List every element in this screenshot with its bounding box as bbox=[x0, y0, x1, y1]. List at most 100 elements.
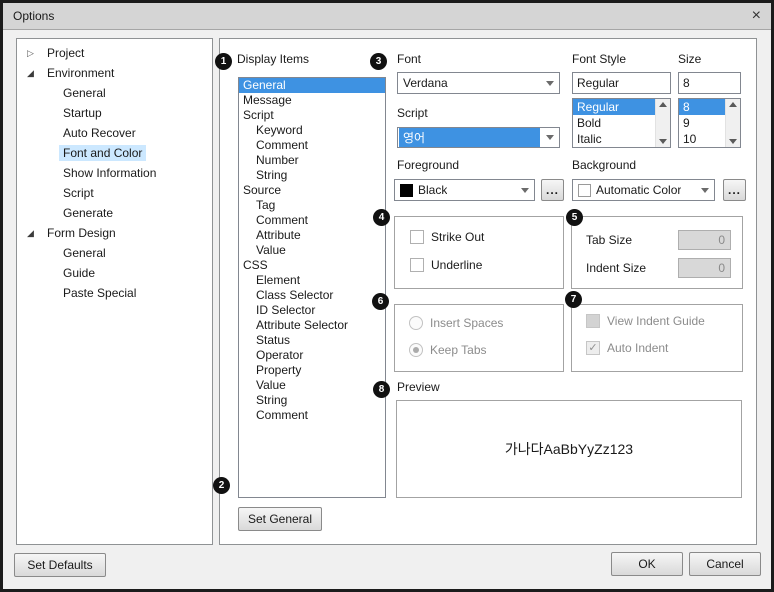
tree-item[interactable]: Project bbox=[17, 43, 212, 63]
tree-item[interactable]: General bbox=[17, 243, 212, 263]
display-item[interactable]: General bbox=[239, 78, 385, 93]
font-style-item[interactable]: Regular bbox=[573, 99, 655, 115]
tree-item[interactable]: Environment bbox=[17, 63, 212, 83]
underline-row[interactable]: Underline bbox=[410, 258, 482, 272]
font-size-rows: 8 9 10 bbox=[679, 99, 725, 147]
display-item[interactable]: Comment bbox=[239, 408, 385, 423]
set-defaults-button[interactable]: Set Defaults bbox=[14, 553, 106, 577]
display-item-label: Comment bbox=[256, 138, 308, 152]
display-item-label: Attribute bbox=[256, 228, 301, 242]
font-style-item[interactable]: Italic bbox=[573, 131, 655, 147]
cancel-button[interactable]: Cancel bbox=[689, 552, 761, 576]
scroll-down-icon[interactable] bbox=[729, 139, 737, 144]
display-item[interactable]: Number bbox=[239, 153, 385, 168]
tree-expander-icon[interactable] bbox=[27, 68, 43, 79]
foreground-color-combobox[interactable]: Black bbox=[394, 179, 535, 201]
display-item[interactable]: Class Selector bbox=[239, 288, 385, 303]
step-badge-7: 7 bbox=[565, 291, 582, 308]
font-size-item-label: 8 bbox=[683, 100, 690, 114]
underline-checkbox[interactable] bbox=[410, 258, 424, 272]
tree-item-label: Auto Recover bbox=[59, 125, 140, 141]
strike-out-row[interactable]: Strike Out bbox=[410, 230, 484, 244]
scroll-up-icon[interactable] bbox=[659, 102, 667, 107]
display-item[interactable]: Value bbox=[239, 243, 385, 258]
display-item[interactable]: Operator bbox=[239, 348, 385, 363]
display-item[interactable]: String bbox=[239, 393, 385, 408]
titlebar[interactable]: Options × bbox=[3, 3, 771, 30]
font-size-input[interactable] bbox=[678, 72, 741, 94]
step-badge-1: 1 bbox=[215, 53, 232, 70]
ok-button[interactable]: OK bbox=[611, 552, 683, 576]
view-indent-guide-label: View Indent Guide bbox=[607, 314, 705, 328]
display-item[interactable]: Attribute Selector bbox=[239, 318, 385, 333]
tree-item[interactable]: Form Design bbox=[17, 223, 212, 243]
tree-item[interactable]: General bbox=[17, 83, 212, 103]
display-item[interactable]: String bbox=[239, 168, 385, 183]
background-label: Background bbox=[572, 158, 636, 172]
tree-expander-icon[interactable] bbox=[27, 48, 43, 59]
display-item[interactable]: ID Selector bbox=[239, 303, 385, 318]
display-item-label: Comment bbox=[256, 213, 308, 227]
step-badge-2: 2 bbox=[213, 477, 230, 494]
display-item-label: Value bbox=[256, 243, 286, 257]
font-style-input[interactable] bbox=[572, 72, 671, 94]
tree-item-label: Environment bbox=[43, 65, 118, 81]
tree-item[interactable]: Show Information bbox=[17, 163, 212, 183]
font-style-item[interactable]: Bold bbox=[573, 115, 655, 131]
set-general-button[interactable]: Set General bbox=[238, 507, 322, 531]
scroll-down-icon[interactable] bbox=[659, 139, 667, 144]
display-item[interactable]: Source bbox=[239, 183, 385, 198]
scrollbar[interactable] bbox=[725, 99, 740, 147]
text-effects-group: Strike Out Underline bbox=[394, 216, 564, 289]
scrollbar[interactable] bbox=[655, 99, 670, 147]
tree-item[interactable]: Script bbox=[17, 183, 212, 203]
foreground-more-button[interactable]: ... bbox=[541, 179, 564, 201]
display-item-label: ID Selector bbox=[256, 303, 315, 317]
tree-item[interactable]: Guide bbox=[17, 263, 212, 283]
tree-item[interactable]: Startup bbox=[17, 103, 212, 123]
tree-item-label: Script bbox=[59, 185, 98, 201]
tree-item[interactable]: Generate bbox=[17, 203, 212, 223]
tree-item[interactable]: Paste Special bbox=[17, 283, 212, 303]
tree-item-label: Paste Special bbox=[59, 285, 140, 301]
display-item[interactable]: Property bbox=[239, 363, 385, 378]
tree-item[interactable]: Auto Recover bbox=[17, 123, 212, 143]
tree-item-label: Show Information bbox=[59, 165, 160, 181]
view-indent-guide-checkbox bbox=[586, 314, 600, 328]
font-size-item[interactable]: 9 bbox=[679, 115, 725, 131]
scroll-up-icon[interactable] bbox=[729, 102, 737, 107]
tree-expander-icon[interactable] bbox=[27, 228, 43, 239]
strike-out-checkbox[interactable] bbox=[410, 230, 424, 244]
tree-item[interactable]: Font and Color bbox=[17, 143, 212, 163]
tree-item-label: Form Design bbox=[43, 225, 120, 241]
font-family-combobox[interactable]: Verdana bbox=[397, 72, 560, 94]
display-item[interactable]: Element bbox=[239, 273, 385, 288]
display-item-label: Element bbox=[256, 273, 300, 287]
script-combobox[interactable]: 영어 bbox=[397, 127, 560, 148]
display-item[interactable]: Message bbox=[239, 93, 385, 108]
display-item[interactable]: Comment bbox=[239, 138, 385, 153]
display-item-label: Class Selector bbox=[256, 288, 333, 302]
display-item[interactable]: Keyword bbox=[239, 123, 385, 138]
display-item-label: General bbox=[243, 78, 286, 92]
display-items-label: Display Items bbox=[237, 52, 309, 66]
display-item[interactable]: Attribute bbox=[239, 228, 385, 243]
background-color-swatch bbox=[578, 184, 591, 197]
display-item[interactable]: CSS bbox=[239, 258, 385, 273]
font-size-item[interactable]: 10 bbox=[679, 131, 725, 147]
display-item-label: Comment bbox=[256, 408, 308, 422]
display-item[interactable]: Status bbox=[239, 333, 385, 348]
display-item[interactable]: Value bbox=[239, 378, 385, 393]
view-indent-guide-row: View Indent Guide bbox=[586, 314, 705, 328]
display-item-label: CSS bbox=[243, 258, 268, 272]
chevron-down-icon bbox=[521, 188, 529, 193]
background-color-combobox[interactable]: Automatic Color bbox=[572, 179, 715, 201]
display-item[interactable]: Script bbox=[239, 108, 385, 123]
tree-item-label: Generate bbox=[59, 205, 117, 221]
display-item[interactable]: Tag bbox=[239, 198, 385, 213]
close-icon[interactable]: × bbox=[752, 8, 761, 24]
font-size-item[interactable]: 8 bbox=[679, 99, 725, 115]
display-item[interactable]: Comment bbox=[239, 213, 385, 228]
background-more-button[interactable]: ... bbox=[723, 179, 746, 201]
keep-tabs-label: Keep Tabs bbox=[430, 343, 487, 357]
